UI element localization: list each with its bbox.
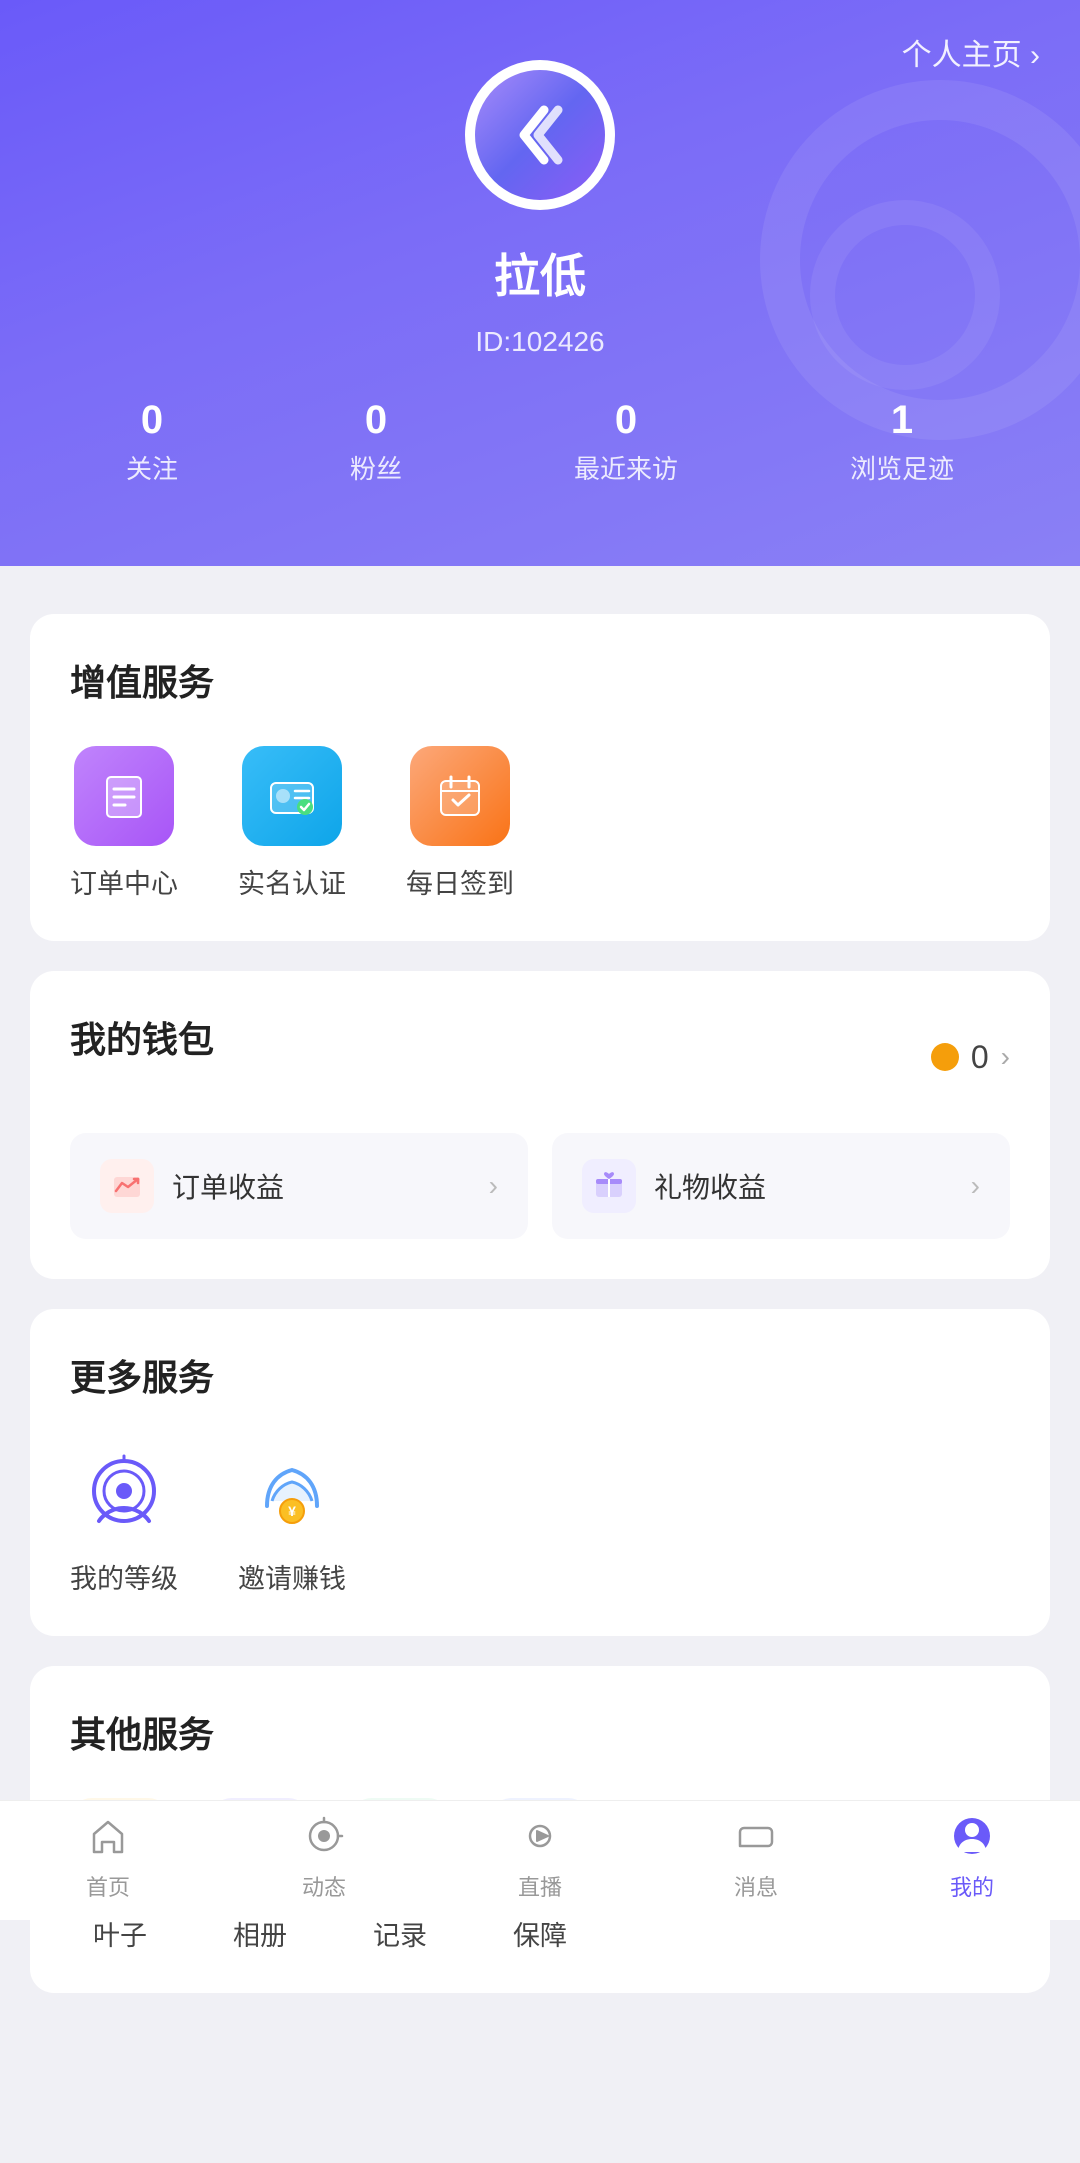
bottom-nav: 首页 动态 直播 消息 bbox=[0, 1800, 1080, 1920]
stat-visitors[interactable]: 0 最近来访 bbox=[574, 398, 678, 486]
user-id: ID:102426 bbox=[0, 326, 1080, 358]
stat-fans[interactable]: 0 粉丝 bbox=[350, 398, 402, 486]
gift-income-arrow-icon: › bbox=[971, 1170, 980, 1202]
order-center-icon bbox=[74, 746, 174, 846]
wallet-chevron-icon: › bbox=[1001, 1041, 1010, 1073]
order-income-icon bbox=[100, 1159, 154, 1213]
services-grid: 订单中心 实名认证 bbox=[70, 746, 1010, 901]
service-my-level[interactable]: 我的等级 bbox=[70, 1441, 178, 1596]
wallet-buttons: 订单收益 › 礼物收益 › bbox=[70, 1133, 1010, 1239]
service-daily-checkin[interactable]: 每日签到 bbox=[406, 746, 514, 901]
value-added-title: 增值服务 bbox=[70, 654, 1010, 706]
order-income-arrow-icon: › bbox=[489, 1170, 498, 1202]
gift-income-icon bbox=[582, 1159, 636, 1213]
dynamic-nav-icon bbox=[298, 1810, 350, 1862]
home-nav-icon bbox=[82, 1810, 134, 1862]
more-services-grid: 我的等级 ¥ 邀请赚钱 bbox=[70, 1441, 1010, 1596]
live-nav-icon bbox=[514, 1810, 566, 1862]
messages-nav-icon bbox=[730, 1810, 782, 1862]
real-name-icon bbox=[242, 746, 342, 846]
personal-home-link[interactable]: 个人主页 › bbox=[902, 30, 1040, 74]
username: 拉低 bbox=[0, 240, 1080, 306]
other-services-title: 其他服务 bbox=[70, 1706, 1010, 1758]
value-added-card: 增值服务 订单中心 bbox=[30, 614, 1050, 941]
mine-nav-icon bbox=[946, 1810, 998, 1862]
stat-follow[interactable]: 0 关注 bbox=[126, 398, 178, 486]
daily-checkin-icon bbox=[410, 746, 510, 846]
service-real-name[interactable]: 实名认证 bbox=[238, 746, 346, 901]
nav-dynamic[interactable]: 动态 bbox=[298, 1810, 350, 1902]
svg-text:¥: ¥ bbox=[288, 1503, 296, 1519]
wallet-title: 我的钱包 bbox=[70, 1011, 214, 1063]
invite-earn-icon: ¥ bbox=[242, 1441, 342, 1541]
service-invite-earn[interactable]: ¥ 邀请赚钱 bbox=[238, 1441, 346, 1596]
gift-income-button[interactable]: 礼物收益 › bbox=[552, 1133, 1010, 1239]
wallet-header: 我的钱包 0 › bbox=[70, 1011, 1010, 1103]
my-level-icon bbox=[74, 1441, 174, 1541]
more-services-card: 更多服务 我的等级 ¥ bbox=[30, 1309, 1050, 1636]
nav-mine[interactable]: 我的 bbox=[946, 1810, 998, 1902]
nav-messages[interactable]: 消息 bbox=[730, 1810, 782, 1902]
stat-footprint[interactable]: 1 浏览足迹 bbox=[850, 398, 954, 486]
more-services-title: 更多服务 bbox=[70, 1349, 1010, 1401]
avatar[interactable] bbox=[465, 60, 615, 210]
nav-live[interactable]: 直播 bbox=[514, 1810, 566, 1902]
wallet-card: 我的钱包 0 › 订单收益 › bbox=[30, 971, 1050, 1279]
coin-icon bbox=[931, 1043, 959, 1071]
wallet-balance[interactable]: 0 › bbox=[931, 1039, 1010, 1076]
stats-row: 0 关注 0 粉丝 0 最近来访 1 浏览足迹 bbox=[0, 398, 1080, 486]
profile-header: 个人主页 › 拉低 ID:102426 0 关注 0 粉丝 0 最近来访 1 浏… bbox=[0, 0, 1080, 566]
service-order-center[interactable]: 订单中心 bbox=[70, 746, 178, 901]
nav-home[interactable]: 首页 bbox=[82, 1810, 134, 1902]
order-income-button[interactable]: 订单收益 › bbox=[70, 1133, 528, 1239]
